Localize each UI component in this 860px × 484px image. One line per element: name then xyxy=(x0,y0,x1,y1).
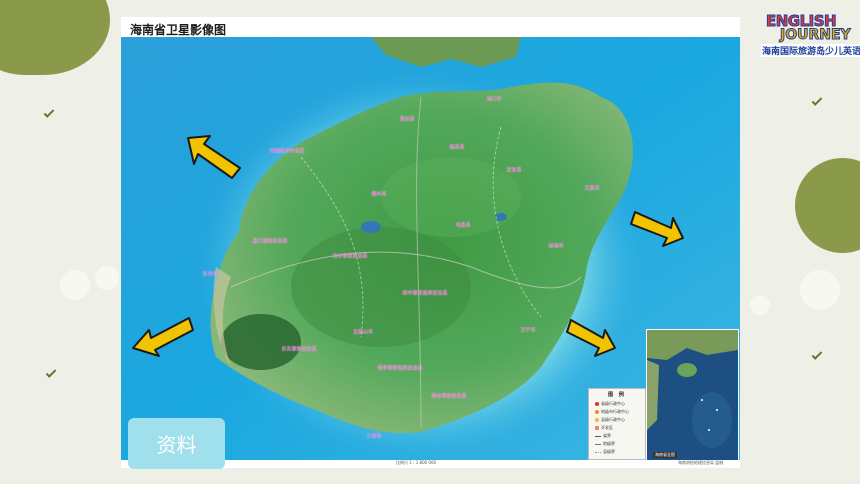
legend-item-label: 省级行政中心 xyxy=(601,401,625,406)
place-label: 五指山市 xyxy=(352,329,374,336)
decorative-blob-left xyxy=(95,266,119,290)
legend-item: 县级界 xyxy=(595,449,615,455)
english-journey-logo: ENGLISH JOURNEY 海南国际旅游岛少儿英语 xyxy=(760,10,860,60)
legend-symbol xyxy=(595,410,599,414)
legend-symbol xyxy=(595,402,599,406)
place-label: 儋州市 xyxy=(371,191,387,198)
legend-item-label: 县级行政中心 xyxy=(601,417,625,422)
decorative-tick xyxy=(811,349,823,360)
decorative-blob-top-left xyxy=(0,0,110,75)
place-label: 洋浦经济开发区 xyxy=(269,148,305,155)
decorative-blob-right-small xyxy=(800,270,840,310)
decorative-tick xyxy=(43,107,55,118)
legend-item-label: 地级市行政中心 xyxy=(601,409,629,414)
legend-title: 图 例 xyxy=(608,392,626,398)
materials-button[interactable]: 资料 xyxy=(128,418,225,469)
decorative-blob-right xyxy=(795,158,860,253)
place-label: 陵水黎族自治县 xyxy=(431,393,467,400)
legend-item-label: 县级界 xyxy=(603,449,615,454)
arrow-icon xyxy=(566,319,616,357)
legend-item: 县级行政中心 xyxy=(595,417,625,423)
place-label: 琼中黎族苗族自治县 xyxy=(402,290,448,297)
place-label: 定安县 xyxy=(506,167,522,174)
legend-symbol xyxy=(595,451,601,453)
legend-symbol xyxy=(595,418,599,422)
legend-item-label: 省界 xyxy=(603,433,611,438)
logo-line2: JOURNEY xyxy=(780,27,852,44)
place-label: 屯昌县 xyxy=(455,222,471,229)
decorative-blob-left-2 xyxy=(60,270,90,300)
decorative-tick xyxy=(45,367,57,378)
legend-symbol xyxy=(595,426,599,430)
legend-item-label: 地级界 xyxy=(603,441,615,446)
decorative-tick xyxy=(811,95,823,106)
legend-item: 省界 xyxy=(595,433,611,439)
place-label: 临高县 xyxy=(449,144,465,151)
map-credit: 海南测绘地理信息局 监制 xyxy=(678,460,724,465)
legend-item: 地级市行政中心 xyxy=(595,409,629,415)
place-label: 文昌市 xyxy=(584,185,600,192)
logo-subtitle: 海南国际旅游岛少儿英语 xyxy=(761,44,860,57)
place-label: 乐东黎族自治县 xyxy=(281,346,317,353)
arrow-icon xyxy=(630,211,684,247)
place-label: 保亭黎族苗族自治县 xyxy=(377,365,423,372)
legend-item: 开发区 xyxy=(595,425,613,431)
place-label: 白沙黎族自治县 xyxy=(332,253,368,260)
inset-map-image xyxy=(647,330,738,460)
legend-symbol xyxy=(595,435,601,437)
map-title: 海南省卫星影像图 xyxy=(130,23,227,37)
place-label: 万宁市 xyxy=(520,327,536,334)
place-label: 澄迈县 xyxy=(399,116,415,123)
map-scale: 比例尺 1 : 1 800 000 xyxy=(396,460,437,465)
arrow-icon xyxy=(187,135,241,179)
place-label: 昌江黎族自治县 xyxy=(252,238,288,245)
inset-caption: 海南省全图 xyxy=(653,452,677,458)
legend-item-label: 开发区 xyxy=(601,425,613,430)
decorative-blob-right-bottom xyxy=(750,295,770,315)
place-label: 东方市 xyxy=(202,271,218,278)
inset-map: 海南省全图 xyxy=(646,329,739,461)
map-legend: 图 例 省级行政中心 地级市行政中心 县级行政中心 开发区 省界 地级界 县级界 xyxy=(588,388,646,460)
legend-symbol xyxy=(595,443,601,445)
place-label: 三亚市 xyxy=(366,433,382,440)
legend-item: 省级行政中心 xyxy=(595,401,625,407)
place-label: 琼海市 xyxy=(548,243,564,250)
legend-item: 地级界 xyxy=(595,441,615,447)
place-label: 海口市 xyxy=(486,96,502,103)
arrow-icon xyxy=(132,317,194,357)
